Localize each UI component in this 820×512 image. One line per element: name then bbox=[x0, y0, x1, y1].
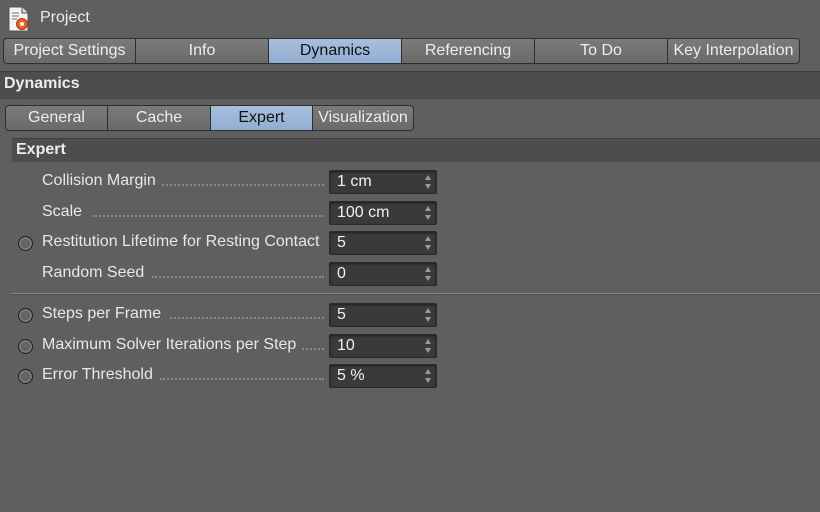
divider bbox=[12, 293, 820, 295]
steps-per-frame-field[interactable]: 5 bbox=[329, 303, 437, 327]
tab-to-do[interactable]: To Do bbox=[534, 38, 668, 64]
spinner-arrows-icon[interactable] bbox=[424, 338, 432, 354]
sub-tab-bar: General Cache Expert Visualization bbox=[5, 105, 414, 131]
tab-referencing[interactable]: Referencing bbox=[401, 38, 535, 64]
animate-radio-button[interactable] bbox=[18, 236, 33, 251]
collision-margin-label: Collision Margin bbox=[42, 172, 156, 189]
leader-dots bbox=[302, 348, 324, 350]
animate-radio-button[interactable] bbox=[18, 308, 33, 323]
error-threshold-field[interactable]: 5 % bbox=[329, 364, 437, 388]
leader-dots bbox=[162, 184, 324, 186]
row-random-seed: Random Seed 0 bbox=[0, 262, 820, 290]
leader-dots bbox=[160, 378, 324, 380]
title-bar: Project bbox=[0, 0, 820, 38]
group-header: Expert bbox=[12, 138, 820, 162]
error-threshold-label: Error Threshold bbox=[42, 366, 153, 383]
collision-margin-field[interactable]: 1 cm bbox=[329, 170, 437, 194]
row-restitution-lifetime: Restitution Lifetime for Resting Contact… bbox=[0, 231, 820, 259]
window-title: Project bbox=[40, 9, 90, 26]
max-solver-iterations-field[interactable]: 10 bbox=[329, 334, 437, 358]
row-scale: Scale 100 cm bbox=[0, 201, 820, 229]
error-threshold-value: 5 % bbox=[337, 367, 365, 384]
random-seed-label: Random Seed bbox=[42, 264, 145, 281]
project-settings-icon bbox=[8, 6, 29, 32]
restitution-lifetime-label: Restitution Lifetime for Resting Contact bbox=[42, 233, 320, 250]
leader-dots bbox=[152, 276, 324, 278]
leader-dots bbox=[170, 317, 324, 319]
tab-visualization[interactable]: Visualization bbox=[312, 105, 414, 131]
tab-dynamics[interactable]: Dynamics bbox=[268, 38, 402, 64]
scale-field[interactable]: 100 cm bbox=[329, 201, 437, 225]
spinner-arrows-icon[interactable] bbox=[424, 307, 432, 323]
collision-margin-value: 1 cm bbox=[337, 173, 372, 190]
scale-label: Scale bbox=[42, 203, 83, 220]
animate-radio-button[interactable] bbox=[18, 369, 33, 384]
steps-per-frame-value: 5 bbox=[337, 306, 346, 323]
tab-general[interactable]: General bbox=[5, 105, 108, 131]
spinner-arrows-icon[interactable] bbox=[424, 368, 432, 384]
leader-dots bbox=[92, 215, 324, 217]
steps-per-frame-label: Steps per Frame bbox=[42, 305, 162, 322]
section-title: Dynamics bbox=[4, 75, 80, 92]
random-seed-field[interactable]: 0 bbox=[329, 262, 437, 286]
max-solver-iterations-value: 10 bbox=[337, 337, 355, 354]
row-error-threshold: Error Threshold 5 % bbox=[0, 364, 820, 392]
spinner-arrows-icon[interactable] bbox=[424, 205, 432, 221]
scale-value: 100 cm bbox=[337, 204, 390, 221]
animate-radio-button[interactable] bbox=[18, 339, 33, 354]
spinner-arrows-icon[interactable] bbox=[424, 235, 432, 251]
row-max-solver-iterations: Maximum Solver Iterations per Step 10 bbox=[0, 334, 820, 362]
row-collision-margin: Collision Margin 1 cm bbox=[0, 170, 820, 198]
spinner-arrows-icon[interactable] bbox=[424, 266, 432, 282]
max-solver-iterations-label: Maximum Solver Iterations per Step bbox=[42, 336, 297, 353]
tab-info[interactable]: Info bbox=[135, 38, 269, 64]
restitution-lifetime-field[interactable]: 5 bbox=[329, 231, 437, 255]
row-steps-per-frame: Steps per Frame 5 bbox=[0, 303, 820, 331]
main-tab-bar: Project Settings Info Dynamics Referenci… bbox=[3, 38, 800, 64]
spinner-arrows-icon[interactable] bbox=[424, 174, 432, 190]
random-seed-value: 0 bbox=[337, 265, 346, 282]
section-header: Dynamics bbox=[0, 71, 820, 99]
restitution-lifetime-value: 5 bbox=[337, 234, 346, 251]
tab-cache[interactable]: Cache bbox=[107, 105, 211, 131]
tab-project-settings[interactable]: Project Settings bbox=[3, 38, 136, 64]
group-title: Expert bbox=[16, 141, 66, 158]
tab-key-interpolation[interactable]: Key Interpolation bbox=[667, 38, 800, 64]
tab-expert[interactable]: Expert bbox=[210, 105, 313, 131]
